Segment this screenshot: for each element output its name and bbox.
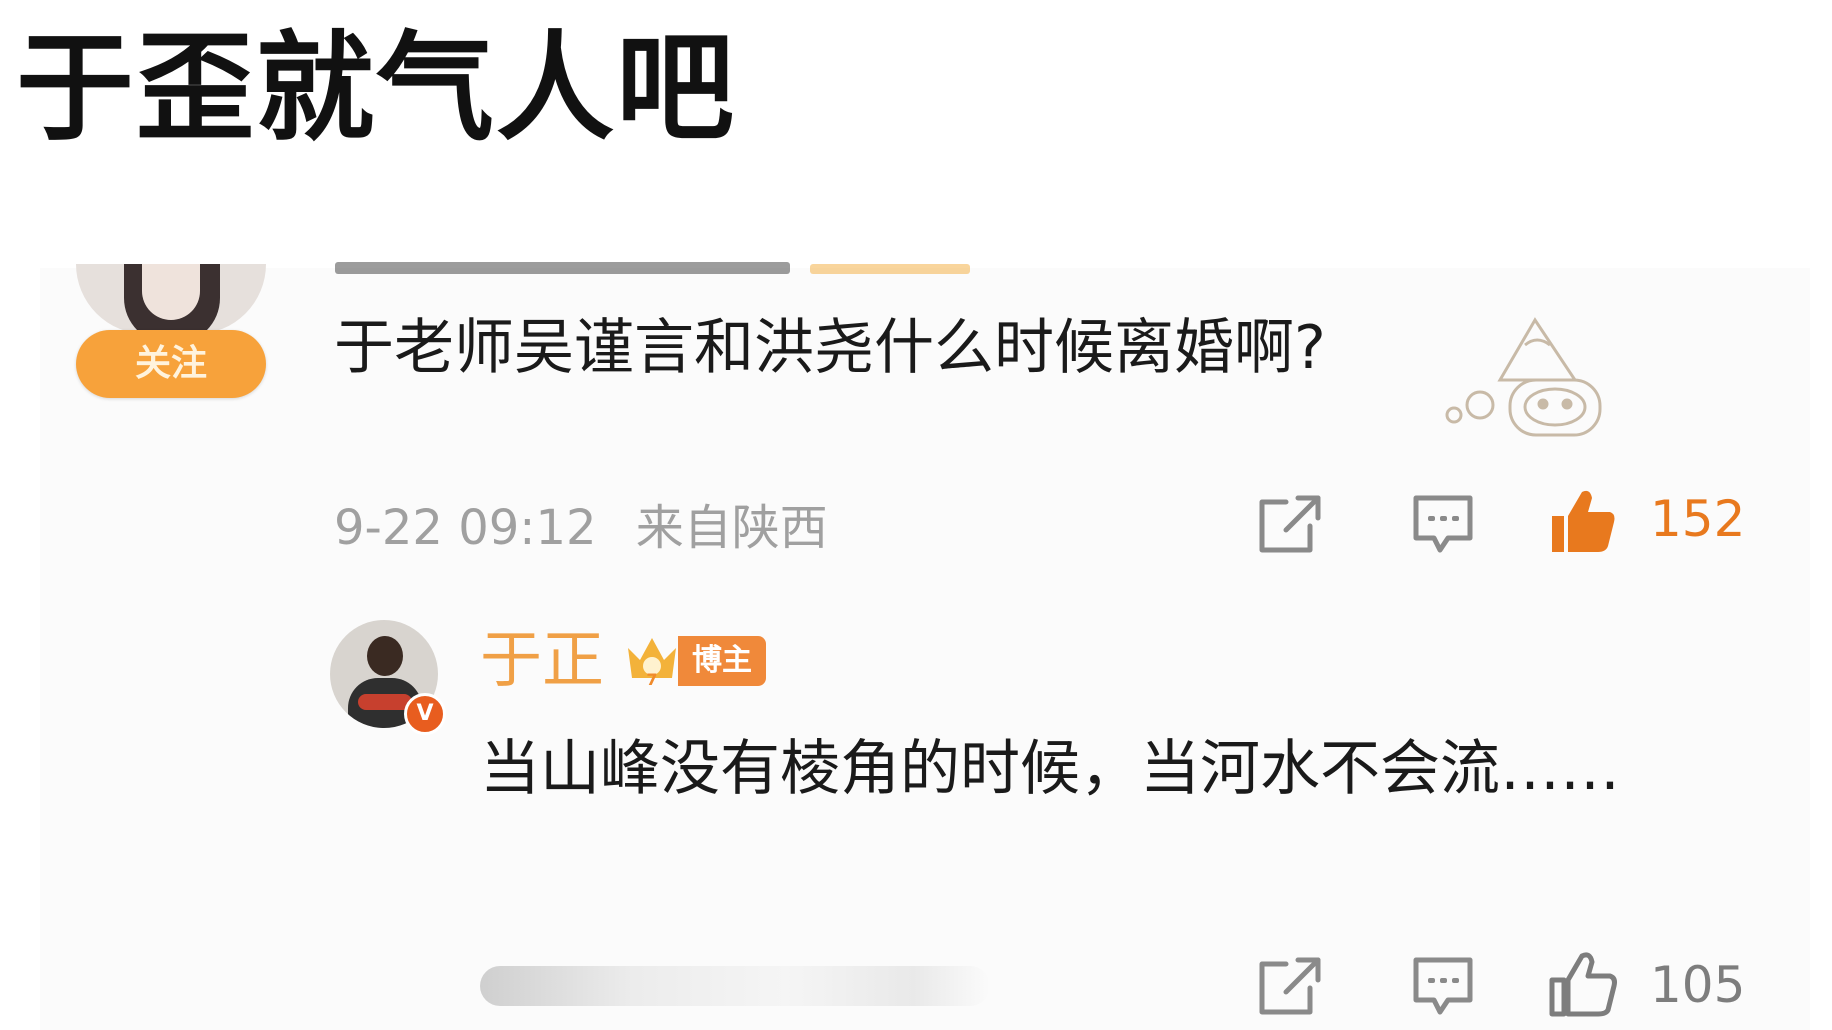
reply-author-name[interactable]: 于正 — [480, 625, 604, 694]
comment-date: 9-22 09:12 — [334, 500, 597, 556]
verified-badge: V — [404, 693, 446, 735]
crown-badge-icon: 7 — [628, 638, 676, 688]
cropped-user-badge — [810, 264, 970, 274]
post-headline: 于歪就气人吧 — [16, 19, 737, 157]
reply-share-icon[interactable] — [1258, 956, 1322, 1016]
follow-button[interactable]: 关注 — [76, 330, 266, 398]
avatar-face — [142, 264, 200, 320]
cropped-username — [335, 262, 790, 274]
reply-text: 当山峰没有棱角的时候，当河水不会流…… — [480, 734, 1620, 804]
reply-thumbs-up-icon[interactable] — [1548, 950, 1618, 1018]
comment-text: 于老师吴谨言和洪尧什么时候离婚啊? — [334, 313, 1326, 383]
avatar-head — [367, 636, 403, 676]
comment-meta: 9-22 09:12 来自陕西 — [334, 488, 852, 558]
like-count: 152 — [1650, 490, 1746, 548]
comment-location: 来自陕西 — [635, 500, 828, 556]
badge-level: 7 — [646, 670, 657, 688]
thumbs-up-icon[interactable] — [1548, 486, 1618, 554]
share-icon[interactable] — [1258, 494, 1322, 554]
cartoon-sticker-icon — [1445, 317, 1602, 437]
reply-comment-icon[interactable] — [1412, 956, 1474, 1016]
comment-icon[interactable] — [1412, 494, 1474, 554]
blogger-badge: 博主 — [678, 636, 766, 686]
blurred-meta — [480, 966, 990, 1006]
reply-like-count: 105 — [1650, 956, 1746, 1014]
